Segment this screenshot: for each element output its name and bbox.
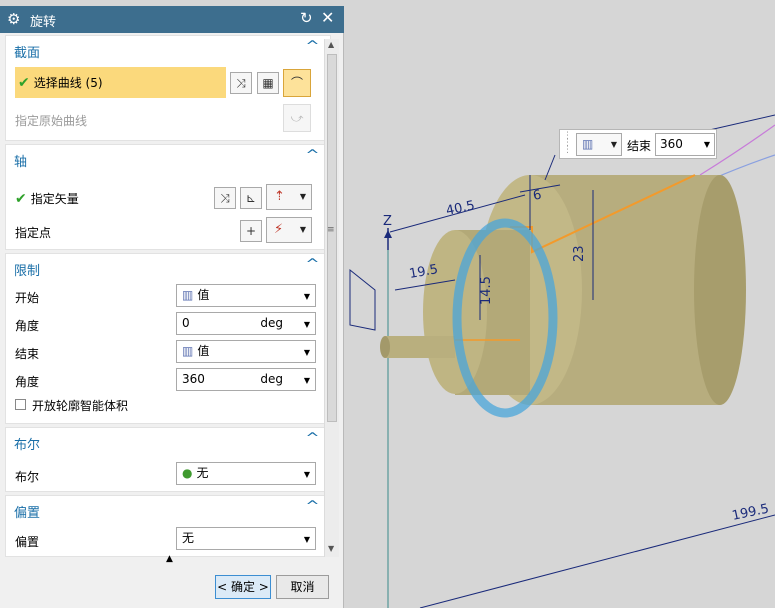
- section-header[interactable]: 截面: [14, 42, 40, 61]
- offset-label: 偏置: [15, 535, 40, 549]
- end-type-select[interactable]: ▥ 值 ▼: [176, 340, 316, 363]
- select-curve-row[interactable]: ✔ 选择曲线 (5): [15, 67, 226, 98]
- limits-header[interactable]: 限制: [14, 260, 40, 279]
- open-profile-label: 开放轮廓智能体积: [32, 399, 129, 413]
- offset-panel: 偏置 ^ 偏置 无 ▼: [5, 495, 331, 557]
- dialog-title-bar: ⚙ 旋转 ↻ ✕: [0, 6, 344, 33]
- open-profile-checkbox[interactable]: [15, 399, 26, 410]
- shaft-body: [385, 336, 455, 358]
- boolean-none-icon: ●: [182, 466, 193, 480]
- axis-panel: 轴 ^ ✔ 指定矢量 ⤨ ⊾ ⇡ ▼ 指定点 + ⚡ ▼: [5, 144, 331, 250]
- original-curve-icon[interactable]: ⤻: [283, 104, 311, 132]
- scroll-thumb[interactable]: [327, 54, 337, 422]
- boolean-panel: 布尔 ^ 布尔 ● 无 ▼: [5, 427, 331, 492]
- value-icon: ▥: [182, 344, 194, 358]
- more-options-caret-icon[interactable]: ▲: [166, 554, 173, 564]
- collapse-caret-icon[interactable]: ^: [305, 499, 319, 514]
- start-label: 开始: [15, 291, 40, 305]
- collapse-caret-icon[interactable]: ^: [305, 257, 319, 272]
- dialog-title: 旋转: [30, 15, 57, 30]
- boolean-header[interactable]: 布尔: [14, 434, 40, 453]
- close-icon[interactable]: ✕: [321, 8, 334, 27]
- specify-original-curve-label: 指定原始曲线: [15, 114, 88, 128]
- scroll-down-icon[interactable]: ▼: [328, 544, 334, 553]
- collapse-caret-icon[interactable]: ^: [305, 431, 319, 446]
- collapse-caret-icon[interactable]: ^: [305, 39, 319, 54]
- start-type-select[interactable]: ▥ 值 ▼: [176, 284, 316, 307]
- end-label: 结束: [15, 347, 40, 361]
- check-icon: ✔: [18, 75, 30, 91]
- end-angle-input[interactable]: 360 deg ▼: [176, 368, 316, 391]
- offset-header[interactable]: 偏置: [14, 502, 40, 521]
- grip-icon[interactable]: ⋮ ⋮ ⋮: [563, 132, 572, 155]
- end-angle-label: 角度: [15, 375, 40, 389]
- scroll-up-icon[interactable]: ▲: [328, 40, 334, 49]
- end-label: 结束: [627, 139, 652, 153]
- start-angle-input[interactable]: 0 deg ▼: [176, 312, 316, 335]
- vector-dialog-icon[interactable]: ⊾: [240, 187, 262, 209]
- cancel-button[interactable]: 取消: [276, 575, 329, 599]
- axis-label: Z: [383, 214, 392, 229]
- check-icon: ✔: [15, 191, 27, 207]
- sketch-icon[interactable]: ▦: [257, 72, 279, 94]
- curve-rule-icon[interactable]: ⌒: [283, 69, 311, 97]
- boolean-label: 布尔: [15, 470, 40, 484]
- section-panel: 截面 ^ ✔ 选择曲线 (5) ⤨ ▦ ⌒ 指定原始曲线 ⤻: [5, 35, 331, 141]
- reset-icon[interactable]: ↻: [300, 9, 313, 27]
- offset-select[interactable]: 无 ▼: [176, 527, 316, 550]
- specify-point-label: 指定点: [15, 226, 52, 240]
- ok-button[interactable]: < 确定 >: [215, 575, 271, 599]
- value-icon: ▥: [182, 288, 194, 302]
- select-curve-label: ✔ 选择曲线 (5): [18, 75, 103, 91]
- end-type-dropdown[interactable]: ▥ ▼: [576, 133, 622, 156]
- point-dialog-icon[interactable]: +: [240, 220, 262, 242]
- axis-header[interactable]: 轴: [14, 151, 27, 170]
- shaft-end: [380, 336, 390, 358]
- end-limit-toolbar: ⋮ ⋮ ⋮ ▥ ▼ 结束 360 ▼: [559, 129, 717, 159]
- start-angle-label: 角度: [15, 319, 40, 333]
- point-type-dropdown[interactable]: ⚡ ▼: [266, 217, 312, 243]
- gear-icon[interactable]: ⚙: [7, 10, 20, 28]
- boolean-select[interactable]: ● 无 ▼: [176, 462, 316, 485]
- end-value-input[interactable]: 360 ▼: [655, 133, 715, 156]
- revolve-dialog: ⚙ 旋转 ↻ ✕ 截面 ^ ✔ 选择曲线 (5) ⤨ ▦ ⌒ 指定原始曲线 ⤻ 轴…: [0, 6, 344, 608]
- graphics-viewport[interactable]: Z 40.5 6 19.5 23 14.5 199.5: [344, 0, 775, 608]
- vector-type-dropdown[interactable]: ⇡ ▼: [266, 184, 312, 210]
- dim-label: 23: [572, 245, 587, 262]
- reverse-vector-icon[interactable]: ⤨: [214, 187, 236, 209]
- collapse-caret-icon[interactable]: ^: [305, 148, 319, 163]
- limits-panel: 限制 ^ 开始 ▥ 值 ▼ 角度 0 deg ▼ 结束 ▥ 值 ▼ 角度 360 deg ▼ 开…: [5, 253, 331, 424]
- reverse-direction-icon[interactable]: ⤨: [230, 72, 252, 94]
- dialog-scrollbar[interactable]: ▲ ≡ ▼: [324, 39, 339, 557]
- specify-vector-label: ✔ 指定矢量: [15, 191, 79, 207]
- dim-label: 14.5: [479, 276, 494, 305]
- large-cylinder-end: [694, 175, 746, 405]
- scroll-grip-icon: ≡: [327, 225, 335, 235]
